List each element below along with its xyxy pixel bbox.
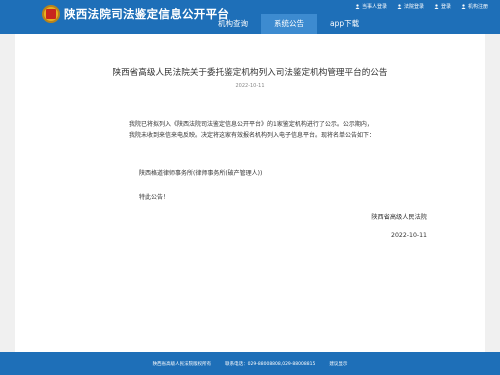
header-bar: 陕西法院司法鉴定信息公开平台 当事人登录 法院登录 登录 机构注册 机构查询 系… [0,0,500,34]
sign-date: 2022-10-11 [391,232,427,239]
user-icon [355,4,360,9]
article-panel: 陕西省高级人民法院关于委托鉴定机构列入司法鉴定机构管理平台的公告 2022-10… [15,34,485,352]
nav-app-download[interactable]: app下载 [317,14,372,34]
user-icon [461,4,466,9]
nav-system-notice[interactable]: 系统公告 [261,14,317,34]
article-paragraph: 我院已将拟列入《陕西法院司法鉴定信息公开平台》的1家鉴定机构进行了公示。公示期内… [129,121,376,139]
party-login-link[interactable]: 当事人登录 [355,3,387,10]
party-login-label: 当事人登录 [361,4,387,10]
closing-text: 特此公告！ [139,194,170,201]
article-date: 2022-10-11 [235,83,265,89]
court-emblem-icon [42,5,60,23]
footer-extra: 建议显示 [329,361,348,367]
footer-phone: 联系电话：029-88008808,029-88008815 [225,361,316,367]
login-link[interactable]: 登录 [434,3,451,10]
site-logo[interactable]: 陕西法院司法鉴定信息公开平台 [42,5,229,23]
top-links: 当事人登录 法院登录 登录 机构注册 [355,3,488,10]
footer-bar: 陕西省高级人民法院版权所有 联系电话：029-88008808,029-8800… [0,352,500,375]
user-icon [397,4,402,9]
user-icon [434,4,439,9]
login-label: 登录 [440,4,451,10]
court-login-label: 法院登录 [403,4,424,10]
institution-register-link[interactable]: 机构注册 [461,3,488,10]
main-nav: 机构查询 系统公告 app下载 [205,14,372,34]
nav-institution-query[interactable]: 机构查询 [205,14,261,34]
signer: 陕西省高级人民法院 [371,214,427,221]
footer-owner: 陕西省高级人民法院版权所有 [152,361,212,367]
court-login-link[interactable]: 法院登录 [397,3,424,10]
article-title: 陕西省高级人民法院关于委托鉴定机构列入司法鉴定机构管理平台的公告 [112,68,388,78]
institution-name: 陕西格道律师事务所(律师事务所(破产管理人)) [139,170,263,177]
institution-register-label: 机构注册 [467,4,488,10]
